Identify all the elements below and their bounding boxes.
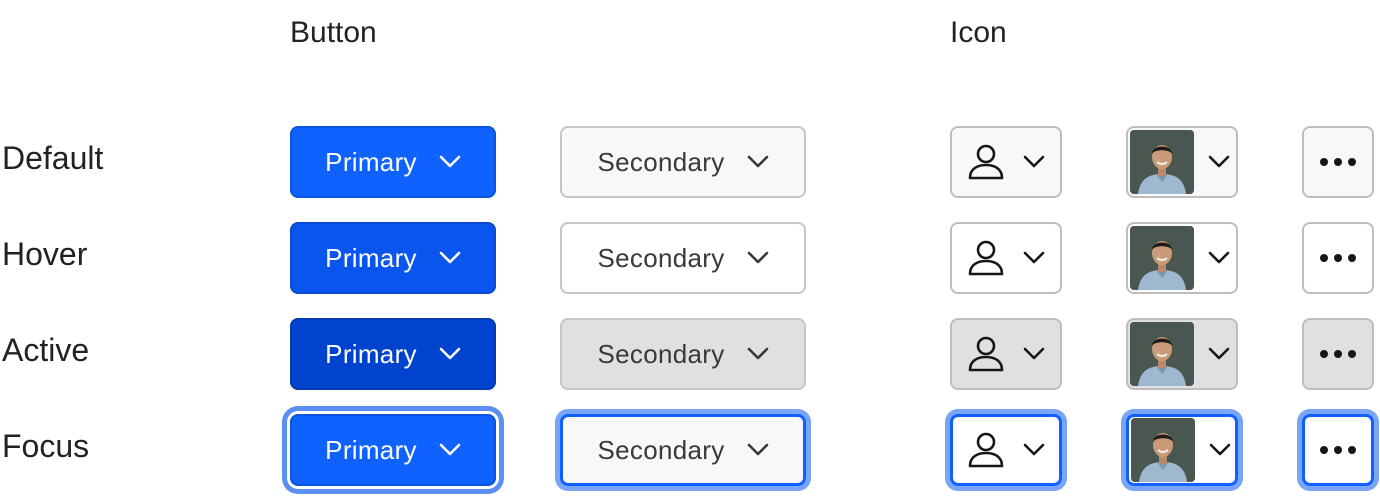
chevron-down-icon — [747, 251, 768, 264]
user-icon-dropdown-default[interactable] — [950, 126, 1062, 198]
secondary-button-label: Secondary — [597, 338, 725, 369]
avatar — [1131, 418, 1195, 482]
secondary-button-label: Secondary — [597, 146, 725, 177]
primary-button-label: Primary — [325, 146, 417, 177]
primary-button-label: Primary — [325, 434, 417, 465]
chevron-down-icon — [1023, 251, 1045, 264]
overflow-menu-button-focus[interactable] — [1302, 414, 1374, 486]
user-icon-dropdown-hover[interactable] — [950, 222, 1062, 294]
overflow-menu-button-hover[interactable] — [1302, 222, 1374, 294]
secondary-dropdown-button-hover[interactable]: Secondary — [560, 222, 806, 294]
row-label-focus: Focus — [2, 428, 90, 464]
user-icon — [968, 432, 1004, 468]
user-icon — [968, 144, 1004, 180]
chevron-down-icon — [439, 251, 461, 264]
avatar-dropdown-hover[interactable] — [1126, 222, 1238, 294]
secondary-dropdown-button-default[interactable]: Secondary — [560, 126, 806, 198]
column-header-icon: Icon — [950, 16, 1007, 49]
chevron-down-icon — [1208, 251, 1230, 264]
chevron-down-icon — [1023, 347, 1045, 360]
avatar-dropdown-default[interactable] — [1126, 126, 1238, 198]
user-icon — [968, 240, 1004, 276]
row-label-hover: Hover — [2, 236, 88, 272]
avatar-dropdown-focus[interactable] — [1126, 414, 1238, 486]
primary-dropdown-button-hover[interactable]: Primary — [290, 222, 496, 294]
avatar — [1130, 322, 1194, 386]
chevron-down-icon — [747, 155, 768, 168]
overflow-menu-button-active[interactable] — [1302, 318, 1374, 390]
user-icon-dropdown-active[interactable] — [950, 318, 1062, 390]
avatar — [1130, 130, 1194, 194]
overflow-menu-icon — [1320, 158, 1356, 166]
overflow-menu-icon — [1320, 446, 1356, 454]
secondary-button-label: Secondary — [597, 434, 725, 465]
secondary-button-label: Secondary — [597, 242, 725, 273]
overflow-menu-icon — [1320, 254, 1356, 262]
chevron-down-icon — [439, 443, 461, 456]
secondary-dropdown-button-focus[interactable]: Secondary — [560, 414, 806, 486]
primary-dropdown-button-focus[interactable]: Primary — [290, 414, 496, 486]
chevron-down-icon — [439, 347, 461, 360]
avatar — [1130, 226, 1194, 290]
primary-dropdown-button-default[interactable]: Primary — [290, 126, 496, 198]
chevron-down-icon — [1023, 155, 1045, 168]
chevron-down-icon — [1023, 443, 1045, 456]
chevron-down-icon — [1208, 347, 1230, 360]
primary-dropdown-button-active[interactable]: Primary — [290, 318, 496, 390]
primary-button-label: Primary — [325, 242, 417, 273]
chevron-down-icon — [1209, 443, 1231, 456]
overflow-menu-button-default[interactable] — [1302, 126, 1374, 198]
row-label-default: Default — [2, 140, 104, 176]
column-header-button: Button — [290, 16, 377, 49]
primary-button-label: Primary — [325, 338, 417, 369]
chevron-down-icon — [747, 347, 768, 360]
secondary-dropdown-button-active[interactable]: Secondary — [560, 318, 806, 390]
chevron-down-icon — [439, 155, 461, 168]
row-label-active: Active — [2, 332, 90, 368]
chevron-down-icon — [747, 443, 768, 456]
chevron-down-icon — [1208, 155, 1230, 168]
user-icon — [968, 336, 1004, 372]
avatar-dropdown-active[interactable] — [1126, 318, 1238, 390]
user-icon-dropdown-focus[interactable] — [950, 414, 1062, 486]
overflow-menu-icon — [1320, 350, 1356, 358]
